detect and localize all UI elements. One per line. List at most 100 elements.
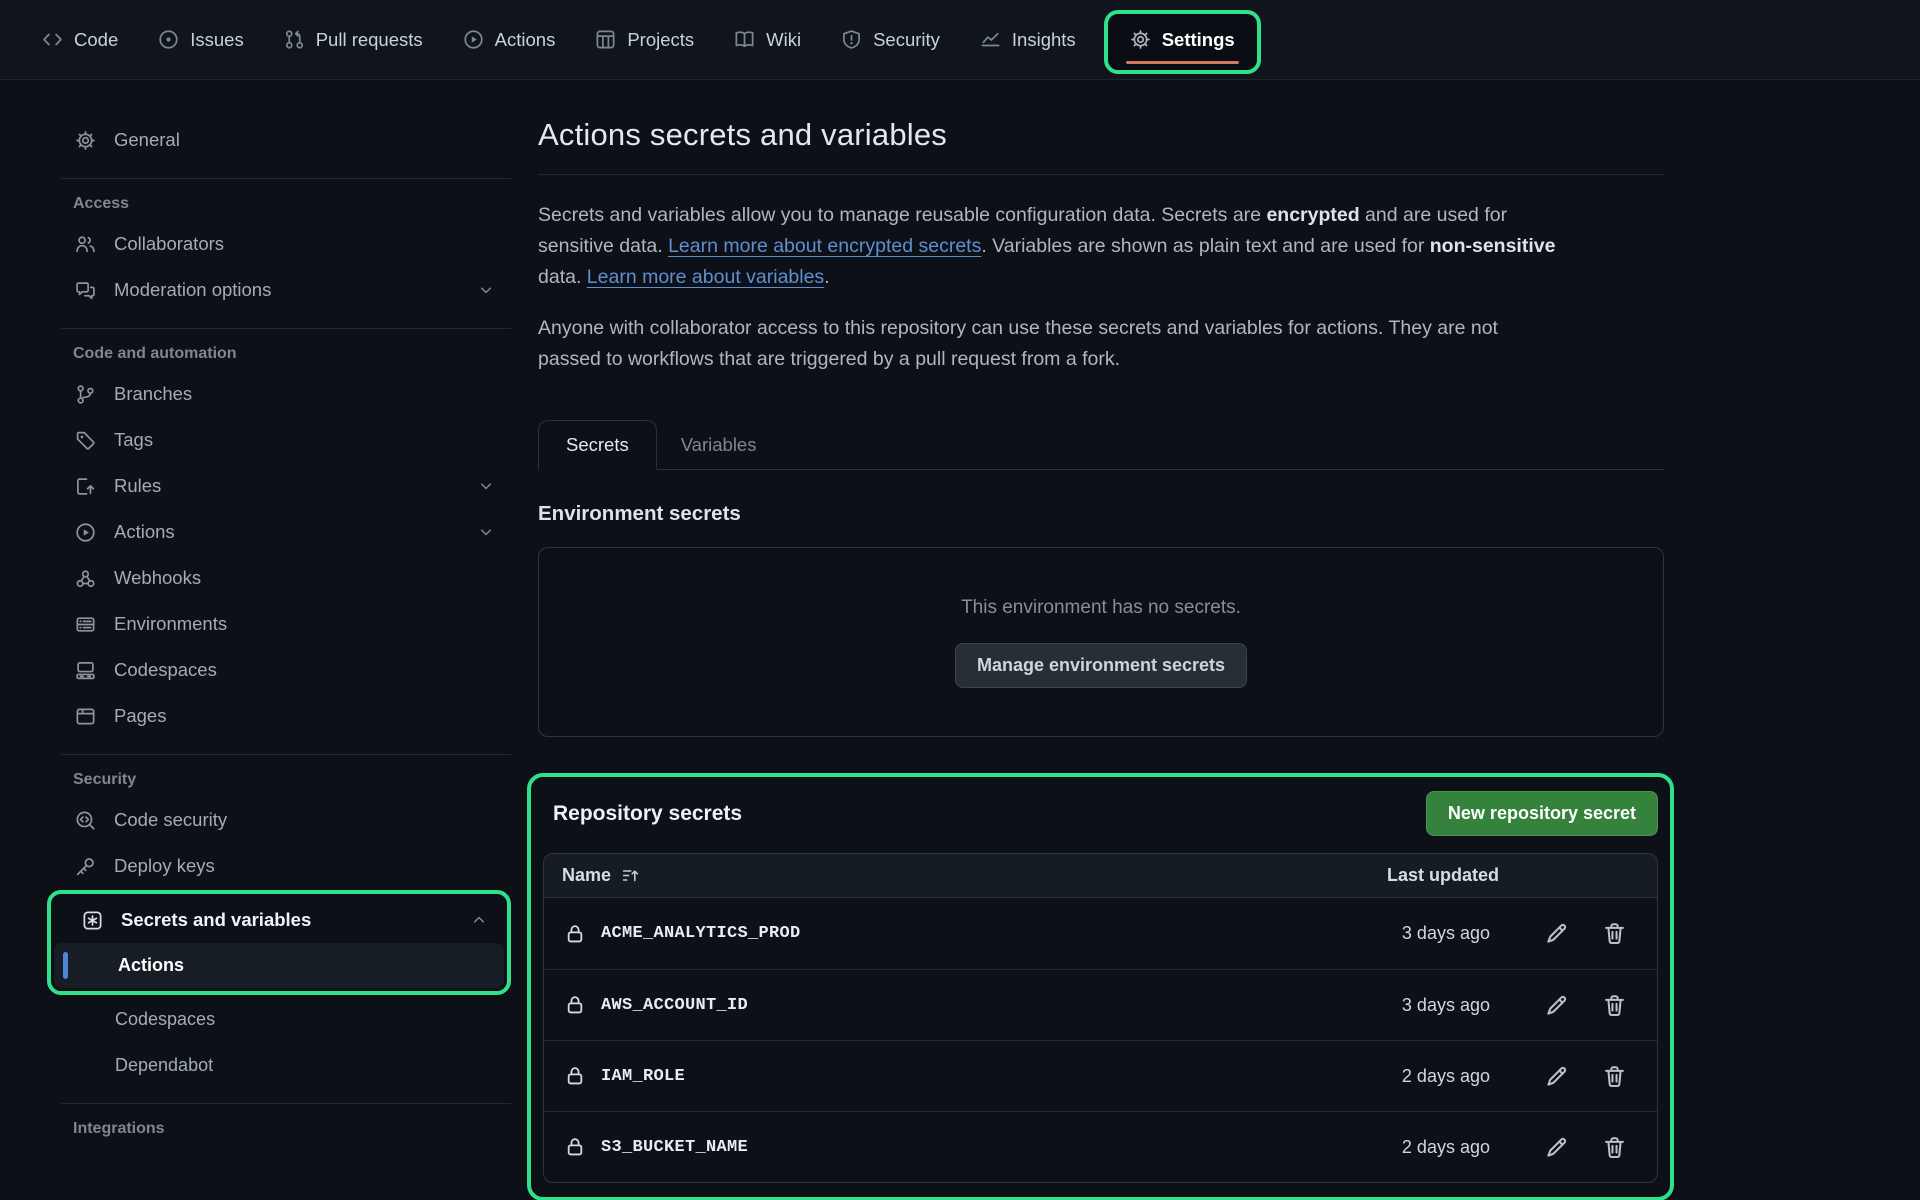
title-divider bbox=[538, 174, 1664, 175]
play-circle-icon bbox=[463, 29, 484, 50]
environment-secrets-box: This environment has no secrets. Manage … bbox=[538, 547, 1664, 737]
shield-icon bbox=[841, 29, 862, 50]
nav-tab-pull-requests[interactable]: Pull requests bbox=[284, 29, 423, 51]
edit-secret-button[interactable] bbox=[1544, 921, 1569, 946]
sidebar-item-tags-label: Tags bbox=[114, 429, 153, 451]
link-learn-more-about-encrypted-secrets[interactable]: Learn more about encrypted secrets bbox=[668, 235, 981, 257]
sidebar-section-code-and-automation: Code and automation bbox=[47, 345, 511, 363]
sidebar-section-security: Security bbox=[47, 771, 511, 789]
nav-tab-issues[interactable]: Issues bbox=[158, 29, 243, 51]
sidebar-item-pages-label: Pages bbox=[114, 705, 166, 727]
delete-secret-button[interactable] bbox=[1602, 993, 1627, 1018]
nav-tab-projects-label: Projects bbox=[627, 29, 694, 51]
chevron-down-icon bbox=[477, 281, 495, 299]
environment-empty-text: This environment has no secrets. bbox=[961, 597, 1241, 619]
projects-icon bbox=[595, 29, 616, 50]
edit-secret-button[interactable] bbox=[1544, 1135, 1569, 1160]
sidebar-item-general-label: General bbox=[114, 129, 180, 151]
sidebar-section-access: Access bbox=[47, 195, 511, 213]
secret-name: S3_BUCKET_NAME bbox=[601, 1138, 748, 1157]
secret-last-updated: 3 days ago bbox=[1402, 995, 1490, 1016]
new-repository-secret-button[interactable]: New repository secret bbox=[1426, 791, 1658, 836]
sidebar-subitem-actions-label: Actions bbox=[118, 955, 184, 976]
sidebar-item-deploy-keys-label: Deploy keys bbox=[114, 855, 215, 877]
sidebar-item-webhooks[interactable]: Webhooks bbox=[47, 555, 511, 601]
body-text: Secrets and variables allow you to manag… bbox=[538, 204, 1266, 226]
delete-secret-button[interactable] bbox=[1602, 1064, 1627, 1089]
nav-tab-actions-label: Actions bbox=[495, 29, 556, 51]
branch-icon bbox=[75, 384, 96, 405]
sidebar-item-code-security-label: Code security bbox=[114, 809, 227, 831]
repo-tab-bar: Code Issues Pull requests Actions Projects Wi… bbox=[0, 0, 1920, 80]
sidebar-item-deploy-keys[interactable]: Deploy keys bbox=[47, 843, 511, 889]
code-icon bbox=[42, 29, 63, 50]
nav-tab-projects[interactable]: Projects bbox=[595, 29, 694, 51]
delete-secret-button[interactable] bbox=[1602, 921, 1627, 946]
sidebar-item-moderation-options[interactable]: Moderation options bbox=[47, 267, 511, 313]
sidebar-item-branches[interactable]: Branches bbox=[47, 371, 511, 417]
intro-paragraph: Secrets and variables allow you to manag… bbox=[538, 200, 1664, 293]
sidebar-item-collaborators[interactable]: Collaborators bbox=[47, 221, 511, 267]
secret-last-updated: 3 days ago bbox=[1402, 923, 1490, 944]
sidebar-item-secrets-and-variables[interactable]: Secrets and variables bbox=[54, 897, 504, 943]
text-line: sensitive data. Learn more about encrypt… bbox=[538, 231, 1664, 262]
repository-secrets-table: Name Last updated ACME_ANALYTICS_PROD3 d… bbox=[543, 853, 1658, 1183]
sidebar-item-codespaces[interactable]: Codespaces bbox=[47, 647, 511, 693]
tag-icon bbox=[75, 430, 96, 451]
nav-tab-insights[interactable]: Insights bbox=[980, 29, 1076, 51]
page-title: Actions secrets and variables bbox=[538, 117, 1664, 153]
sidebar-item-actions-label: Actions bbox=[114, 521, 175, 543]
book-icon bbox=[734, 29, 755, 50]
sidebar-item-general[interactable]: General bbox=[47, 117, 511, 163]
sidebar-item-pages[interactable]: Pages bbox=[47, 693, 511, 739]
text-line: Anyone with collaborator access to this … bbox=[538, 313, 1664, 344]
secret-last-updated: 2 days ago bbox=[1402, 1137, 1490, 1158]
sidebar-subitem-actions[interactable]: Actions bbox=[54, 943, 504, 988]
gear-icon bbox=[1130, 29, 1151, 50]
browser-icon bbox=[75, 706, 96, 727]
sidebar-subitem-codespaces[interactable]: Codespaces bbox=[47, 996, 511, 1042]
nav-tab-security[interactable]: Security bbox=[841, 29, 940, 51]
server-icon bbox=[75, 614, 96, 635]
delete-secret-button[interactable] bbox=[1602, 1135, 1627, 1160]
secret-last-updated: 2 days ago bbox=[1402, 1066, 1490, 1087]
sidebar-subitem-dependabot[interactable]: Dependabot bbox=[47, 1042, 511, 1088]
emphasis-text: encrypted bbox=[1266, 204, 1359, 226]
sidebar-divider bbox=[61, 328, 511, 329]
nav-tab-actions[interactable]: Actions bbox=[463, 29, 556, 51]
edit-secret-button[interactable] bbox=[1544, 993, 1569, 1018]
sidebar-divider bbox=[61, 178, 511, 179]
body-text: sensitive data. bbox=[538, 235, 668, 257]
sidebar-section-integrations: Integrations bbox=[47, 1120, 511, 1138]
rules-icon bbox=[75, 476, 96, 497]
tab-variables[interactable]: Variables bbox=[657, 421, 781, 469]
nav-tab-wiki[interactable]: Wiki bbox=[734, 29, 801, 51]
settings-tab-label: Settings bbox=[1162, 29, 1235, 51]
sidebar-item-code-security[interactable]: Code security bbox=[47, 797, 511, 843]
text-line: Secrets and variables allow you to manag… bbox=[538, 200, 1664, 231]
tab-secrets[interactable]: Secrets bbox=[538, 420, 657, 470]
name-header-label: Name bbox=[562, 865, 611, 886]
body-text: data. bbox=[538, 266, 587, 288]
sidebar-divider bbox=[61, 754, 511, 755]
sidebar-item-codespaces-label: Codespaces bbox=[114, 659, 217, 681]
column-header-name[interactable]: Name bbox=[562, 865, 640, 886]
secret-name: AWS_ACCOUNT_ID bbox=[601, 996, 748, 1015]
sidebar-item-tags[interactable]: Tags bbox=[47, 417, 511, 463]
body-text: Anyone with collaborator access to this … bbox=[538, 317, 1498, 339]
lock-icon bbox=[564, 1065, 586, 1087]
table-header-row: Name Last updated bbox=[544, 854, 1657, 898]
text-line: data. Learn more about variables. bbox=[538, 262, 1664, 293]
link-learn-more-about-variables[interactable]: Learn more about variables bbox=[587, 266, 824, 288]
nav-tab-settings[interactable]: Settings bbox=[1130, 29, 1235, 51]
sidebar-item-rules[interactable]: Rules bbox=[47, 463, 511, 509]
note-paragraph: Anyone with collaborator access to this … bbox=[538, 313, 1664, 375]
secrets-variables-tabnav: Secrets Variables bbox=[538, 417, 1664, 470]
sidebar-item-actions[interactable]: Actions bbox=[47, 509, 511, 555]
webhook-icon bbox=[75, 568, 96, 589]
nav-tab-code[interactable]: Code bbox=[42, 29, 118, 51]
sidebar-item-environments[interactable]: Environments bbox=[47, 601, 511, 647]
edit-secret-button[interactable] bbox=[1544, 1064, 1569, 1089]
manage-environment-secrets-button[interactable]: Manage environment secrets bbox=[955, 643, 1247, 688]
body-text: and are used for bbox=[1360, 204, 1507, 226]
